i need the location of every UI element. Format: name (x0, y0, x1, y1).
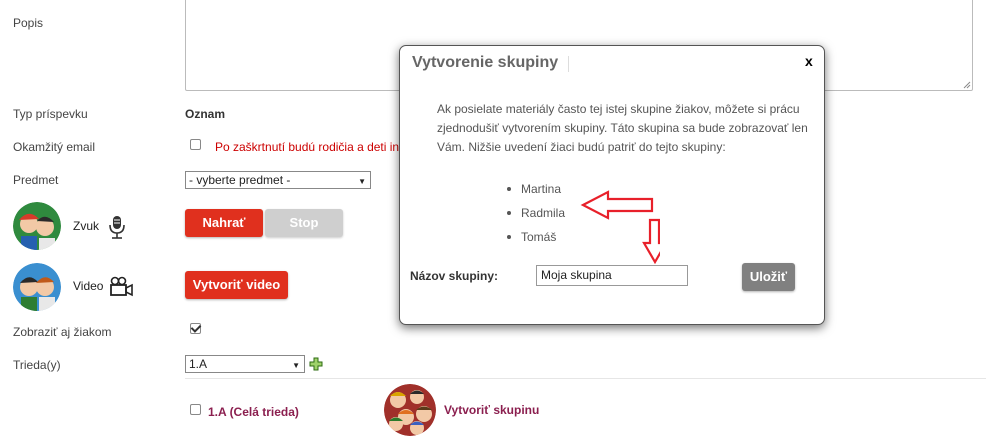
whole-class-label: 1.A (Celá trieda) (208, 405, 299, 419)
resize-grip-icon[interactable] (962, 80, 971, 89)
video-avatar-icon (13, 263, 61, 311)
student-item: Martina (521, 182, 562, 196)
sound-label: Zvuk (73, 219, 100, 233)
show-students-checkbox[interactable] (190, 323, 201, 334)
student-item: Radmila (521, 206, 566, 220)
class-select-value: 1.A (189, 357, 208, 371)
sound-avatar (13, 202, 61, 250)
chevron-down-icon: ▼ (358, 177, 366, 186)
post-type-label: Typ príspevku (13, 107, 88, 121)
add-class-icon[interactable] (309, 357, 323, 371)
bullet-icon (507, 187, 511, 191)
subject-select-value: - vyberte predmet - (189, 173, 291, 187)
group-name-label: Názov skupiny: (410, 269, 499, 283)
stop-button[interactable]: Stop (265, 209, 343, 237)
instant-email-checkbox[interactable] (190, 139, 201, 150)
divider (185, 378, 986, 379)
group-avatar-icon (384, 384, 436, 436)
whole-class-checkbox[interactable] (190, 404, 201, 415)
record-button[interactable]: Nahrať (185, 209, 263, 237)
class-select[interactable]: 1.A ▼ (185, 355, 305, 373)
modal-description: Ak posielate materiály často tej istej s… (437, 102, 808, 154)
modal-title-separator (568, 56, 569, 72)
description-label: Popis (13, 16, 44, 30)
annotation-arrows-icon (580, 190, 660, 264)
close-icon[interactable]: x (805, 53, 813, 69)
video-label: Video (73, 279, 104, 293)
student-item: Tomáš (521, 230, 557, 244)
instant-email-note: Po zaškrtnutí budú rodičia a deti in (215, 140, 400, 154)
modal-title: Vytvorenie skupiny (412, 54, 559, 71)
bullet-icon (507, 235, 511, 239)
chevron-down-icon: ▼ (292, 361, 300, 370)
subject-select[interactable]: - vyberte predmet - ▼ (185, 171, 371, 189)
group-name-input[interactable]: Moja skupina (536, 265, 688, 286)
video-avatar (13, 263, 61, 311)
instant-email-label: Okamžitý email (13, 140, 96, 154)
create-group-modal: Vytvorenie skupiny x Ak posielate materi… (399, 45, 825, 325)
create-video-button[interactable]: Vytvoriť video (185, 271, 288, 299)
microphone-icon (107, 215, 127, 240)
bullet-icon (507, 211, 511, 215)
show-students-label: Zobraziť aj žiakom (13, 325, 112, 339)
video-camera-icon (109, 276, 135, 298)
class-label: Trieda(y) (13, 358, 61, 372)
sound-avatar-icon (13, 202, 61, 250)
create-group-link[interactable]: Vytvoriť skupinu (444, 403, 539, 417)
post-type-value: Oznam (185, 107, 226, 121)
subject-label: Predmet (13, 173, 59, 187)
group-avatar (384, 384, 436, 436)
save-button[interactable]: Uložiť (742, 263, 795, 291)
